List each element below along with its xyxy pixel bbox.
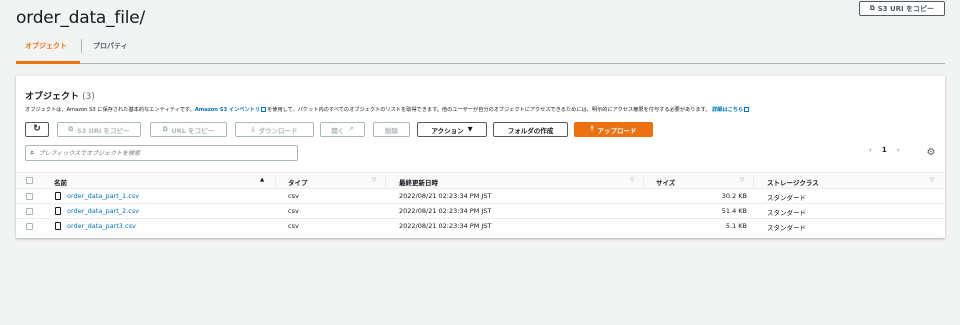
column-divider xyxy=(385,176,386,187)
actions-dropdown[interactable]: アクション ▼ xyxy=(417,122,487,137)
objects-panel: オブジェクト (3) オブジェクトは、Amazon S3 に保存された基本的なエ… xyxy=(16,75,945,238)
search-input[interactable] xyxy=(38,149,279,157)
tab-properties[interactable]: プロパティ xyxy=(93,41,128,51)
col-storage-header[interactable]: ストレージクラス xyxy=(767,177,819,187)
copy-icon: ⧉ xyxy=(68,125,74,134)
tab-bar: オブジェクト プロパティ xyxy=(16,36,945,64)
panel-title: オブジェクト (3) xyxy=(25,89,95,102)
upload-icon: ⤒ xyxy=(590,125,594,134)
object-type: csv xyxy=(288,192,299,200)
copy-s3-uri-top-button[interactable]: ⧉ S3 URI をコピー xyxy=(859,1,945,16)
table-row[interactable]: order_data_part_1.csv csv 2022/08/21 02:… xyxy=(16,189,945,204)
desc-middle: を使用して、バケット内のすべてのオブジェクトのリストを取得できます。他のユーザー… xyxy=(267,107,711,113)
external-link-icon: ↗ xyxy=(348,125,354,134)
create-folder-button[interactable]: フォルダの作成 xyxy=(493,122,568,137)
upload-label: アップロード xyxy=(597,126,637,135)
external-link-icon xyxy=(261,107,267,112)
caret-down-icon: ▼ xyxy=(467,125,473,134)
refresh-icon: ↻ xyxy=(33,124,41,134)
object-count: (3) xyxy=(82,92,95,102)
refresh-button[interactable]: ↻ xyxy=(25,122,49,137)
row-checkbox[interactable] xyxy=(26,193,33,200)
tab-objects[interactable]: オブジェクト xyxy=(25,41,67,51)
object-type: csv xyxy=(288,207,299,215)
tab-divider xyxy=(81,39,82,53)
row-checkbox[interactable] xyxy=(26,223,33,230)
download-icon: ⤓ xyxy=(251,125,255,134)
sort-icon[interactable]: ▽ xyxy=(930,177,934,183)
sort-asc-icon[interactable]: ▲ xyxy=(260,177,264,183)
column-divider xyxy=(275,176,276,187)
actions-label: アクション xyxy=(431,126,464,135)
panel-description: オブジェクトは、Amazon S3 に保存された基本的なエンティティです。Ama… xyxy=(25,106,750,113)
copy-icon: ⧉ xyxy=(162,125,168,134)
sort-icon[interactable]: ▽ xyxy=(740,177,744,183)
object-size: 51.4 KB xyxy=(721,207,747,215)
desc-prefix: オブジェクトは、Amazon S3 に保存された基本的なエンティティです。 xyxy=(25,107,195,113)
row-checkbox[interactable] xyxy=(26,208,33,215)
object-name-link[interactable]: order_data_part_2.csv xyxy=(67,207,139,215)
col-type-header[interactable]: タイプ xyxy=(288,177,308,187)
object-modified: 2022/08/21 02:23:34 PM JST xyxy=(399,222,492,230)
page-title: order_data_file/ xyxy=(16,8,146,28)
file-icon xyxy=(55,222,61,230)
upload-button[interactable]: ⤒ アップロード xyxy=(574,122,653,137)
object-size: 30.2 KB xyxy=(721,192,747,200)
file-icon xyxy=(55,192,61,200)
object-size: 5.1 KB xyxy=(725,222,747,230)
object-storage-class: スタンダード xyxy=(767,224,806,232)
open-label: 開く xyxy=(331,126,345,135)
current-page[interactable]: 1 xyxy=(882,146,887,154)
col-modified-header[interactable]: 最終更新日時 xyxy=(399,177,438,187)
create-folder-label: フォルダの作成 xyxy=(507,126,554,135)
object-modified: 2022/08/21 02:23:34 PM JST xyxy=(399,192,492,200)
table-row[interactable]: order_data_part3.csv csv 2022/08/21 02:2… xyxy=(16,219,945,234)
copy-icon: ⧉ xyxy=(869,4,875,13)
sort-icon[interactable]: ▽ xyxy=(372,177,376,183)
learn-more-link[interactable]: 詳細はこちら xyxy=(712,107,743,113)
copy-s3-uri-label: S3 URI をコピー xyxy=(77,126,130,135)
delete-button[interactable]: 削除 xyxy=(373,122,410,137)
next-page-icon[interactable]: › xyxy=(897,146,900,154)
object-name-link[interactable]: order_data_part3.csv xyxy=(67,222,136,230)
prev-page-icon[interactable]: ‹ xyxy=(869,146,872,154)
object-storage-class: スタンダード xyxy=(767,194,806,202)
object-name-link[interactable]: order_data_part_1.csv xyxy=(67,192,139,200)
active-tab-indicator xyxy=(16,61,80,64)
settings-gear-icon[interactable]: ⚙ xyxy=(925,145,937,159)
file-icon xyxy=(55,207,61,215)
table-header: 名前 ▲ タイプ ▽ 最終更新日時 ▽ サイズ ▽ ストレージクラス ▽ xyxy=(16,172,945,189)
search-icon: ⌕ xyxy=(30,148,35,157)
copy-s3-uri-top-label: S3 URI をコピー xyxy=(877,4,935,13)
copy-url-button[interactable]: ⧉ URL をコピー xyxy=(150,122,227,137)
col-size-header[interactable]: サイズ xyxy=(656,177,675,187)
copy-url-label: URL をコピー xyxy=(171,126,215,135)
open-button[interactable]: 開く ↗ xyxy=(320,122,365,137)
object-type: csv xyxy=(288,222,299,230)
inventory-link[interactable]: Amazon S3 インベントリ xyxy=(195,107,260,113)
select-all-checkbox[interactable] xyxy=(26,177,33,184)
object-storage-class: スタンダード xyxy=(767,209,806,217)
external-link-icon xyxy=(744,107,750,112)
panel-title-text: オブジェクト xyxy=(25,92,80,102)
sort-icon[interactable]: ▽ xyxy=(630,177,634,183)
col-name-header[interactable]: 名前 xyxy=(54,177,67,187)
download-label: ダウンロード xyxy=(258,126,298,135)
delete-label: 削除 xyxy=(385,126,398,135)
table-row[interactable]: order_data_part_2.csv csv 2022/08/21 02:… xyxy=(16,204,945,219)
object-modified: 2022/08/21 02:23:34 PM JST xyxy=(399,207,492,215)
copy-s3-uri-button[interactable]: ⧉ S3 URI をコピー xyxy=(57,122,141,137)
search-box: ⌕ xyxy=(25,145,298,161)
download-button[interactable]: ⤓ ダウンロード xyxy=(235,122,314,137)
pagination: ‹ 1 › xyxy=(869,146,900,154)
column-divider xyxy=(753,176,754,187)
column-divider xyxy=(643,176,644,187)
